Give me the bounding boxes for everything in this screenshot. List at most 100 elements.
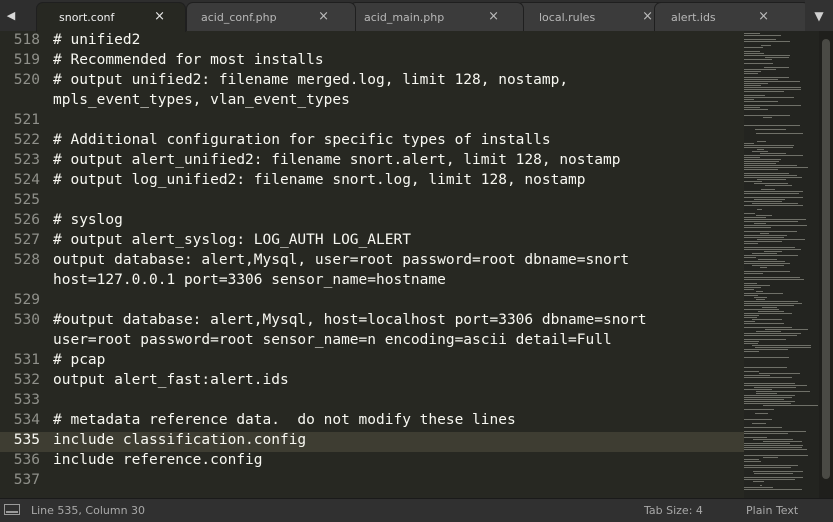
minimap-line [744,125,800,126]
minimap-line [744,219,806,220]
code-line[interactable]: # syslog [53,212,123,228]
minimap-line [744,237,784,238]
minimap-line [744,287,761,288]
minimap-line [744,157,760,158]
minimap-line [744,91,784,92]
minimap-line [758,259,777,260]
minimap-line [744,161,779,162]
code-line[interactable]: # Additional configuration for specific … [53,132,551,148]
minimap-line [744,109,768,110]
close-icon[interactable]: × [154,9,165,24]
tab-size-selector[interactable]: Tab Size: 4 [644,504,703,517]
tab-acid-conf-php[interactable]: acid_conf.php × [186,2,356,31]
minimap-line [744,431,806,432]
tab-scroll-left-icon[interactable]: ◀ [0,0,22,31]
minimap-line [752,151,768,152]
minimap-line [744,73,758,74]
minimap-line [744,293,783,294]
syntax-selector[interactable]: Plain Text [746,504,798,517]
minimap-line [756,215,772,216]
minimap-line [744,191,803,192]
minimap-line [757,209,762,210]
minimap-line [744,247,795,248]
minimap-line [757,179,786,180]
minimap-line [744,169,778,170]
code-line[interactable]: # Recommended for most installs [53,52,324,68]
tab-alert-ids[interactable]: alert.ids × [654,2,810,31]
minimap-line [760,485,762,486]
minimap-line [744,399,784,400]
tab-local-rules[interactable]: local.rules × [516,2,670,31]
minimap-line [744,323,784,324]
minimap[interactable] [744,31,819,498]
code-line[interactable]: # output alert_syslog: LOG_AUTH LOG_ALER… [53,232,411,248]
minimap-line [744,81,800,82]
code-line[interactable]: host=127.0.0.1 port=3306 sensor_name=hos… [53,272,446,288]
minimap-line [744,289,754,290]
minimap-line [752,319,782,320]
code-line[interactable]: # output alert_unified2: filename snort.… [53,152,620,168]
minimap-line [744,327,792,328]
minimap-line [744,335,797,336]
vertical-scrollbar[interactable] [819,31,833,498]
minimap-line [754,199,785,200]
tab-snort-conf[interactable]: snort.conf × [36,2,186,32]
line-number: 521 [13,112,40,128]
minimap-line [744,63,773,64]
code-line[interactable]: # output log_unified2: filename snort.lo… [53,172,586,188]
minimap-line [744,321,755,322]
minimap-line [744,261,785,262]
minimap-line [744,477,803,478]
minimap-line [765,185,792,186]
close-icon[interactable]: × [488,9,499,24]
code-line[interactable]: # output unified2: filename merged.log, … [53,72,568,88]
minimap-line [744,243,758,244]
line-number: 522 [13,132,40,148]
close-icon[interactable]: × [642,9,653,24]
line-number: 532 [13,372,40,388]
minimap-line [744,305,794,306]
code-line[interactable]: output alert_fast:alert.ids [53,372,289,388]
line-number: 525 [13,192,40,208]
minimap-line [744,249,801,250]
code-line[interactable]: # unified2 [53,32,140,48]
minimap-line [744,315,759,316]
tab-label: alert.ids [671,11,716,24]
minimap-line [744,173,789,174]
minimap-line [744,147,793,148]
minimap-line [744,213,755,214]
minimap-line [763,457,778,458]
minimap-line [755,129,786,130]
tab-acid-main-php[interactable]: acid_main.php × [349,2,524,31]
code-line[interactable]: mpls_event_types, vlan_event_types [53,92,350,108]
code-line[interactable]: include classification.config [53,432,306,448]
minimap-line [761,45,771,46]
scrollbar-thumb[interactable] [822,39,830,479]
tab-list-dropdown-icon[interactable]: ▼ [805,0,833,31]
minimap-line [744,459,759,460]
minimap-line [756,133,803,134]
line-number: 529 [13,292,40,308]
close-icon[interactable]: × [758,9,769,24]
close-icon[interactable]: × [318,9,329,24]
minimap-line [756,393,777,394]
code-line[interactable]: # pcap [53,352,105,368]
line-number: 524 [13,172,40,188]
minimap-line [754,473,793,474]
console-toggle-icon[interactable] [4,504,20,515]
code-editor[interactable]: 518 # unified2 519 # Recommended for most i… [0,31,744,498]
code-line[interactable]: output database: alert,Mysql, user=root … [53,252,629,268]
minimap-line [754,183,788,184]
minimap-line [744,375,770,376]
minimap-line [744,163,776,164]
code-line[interactable]: # metadata reference data. do not modify… [53,412,516,428]
minimap-line [755,413,768,414]
minimap-line [744,105,801,106]
minimap-line [744,455,808,456]
code-line[interactable]: user=root password=root sensor_name=n en… [53,332,612,348]
code-line[interactable]: include reference.config [53,452,263,468]
minimap-line [752,203,798,204]
minimap-line [744,177,802,178]
code-line[interactable]: #output database: alert,Mysql, host=loca… [53,312,647,328]
minimap-line [744,235,787,236]
